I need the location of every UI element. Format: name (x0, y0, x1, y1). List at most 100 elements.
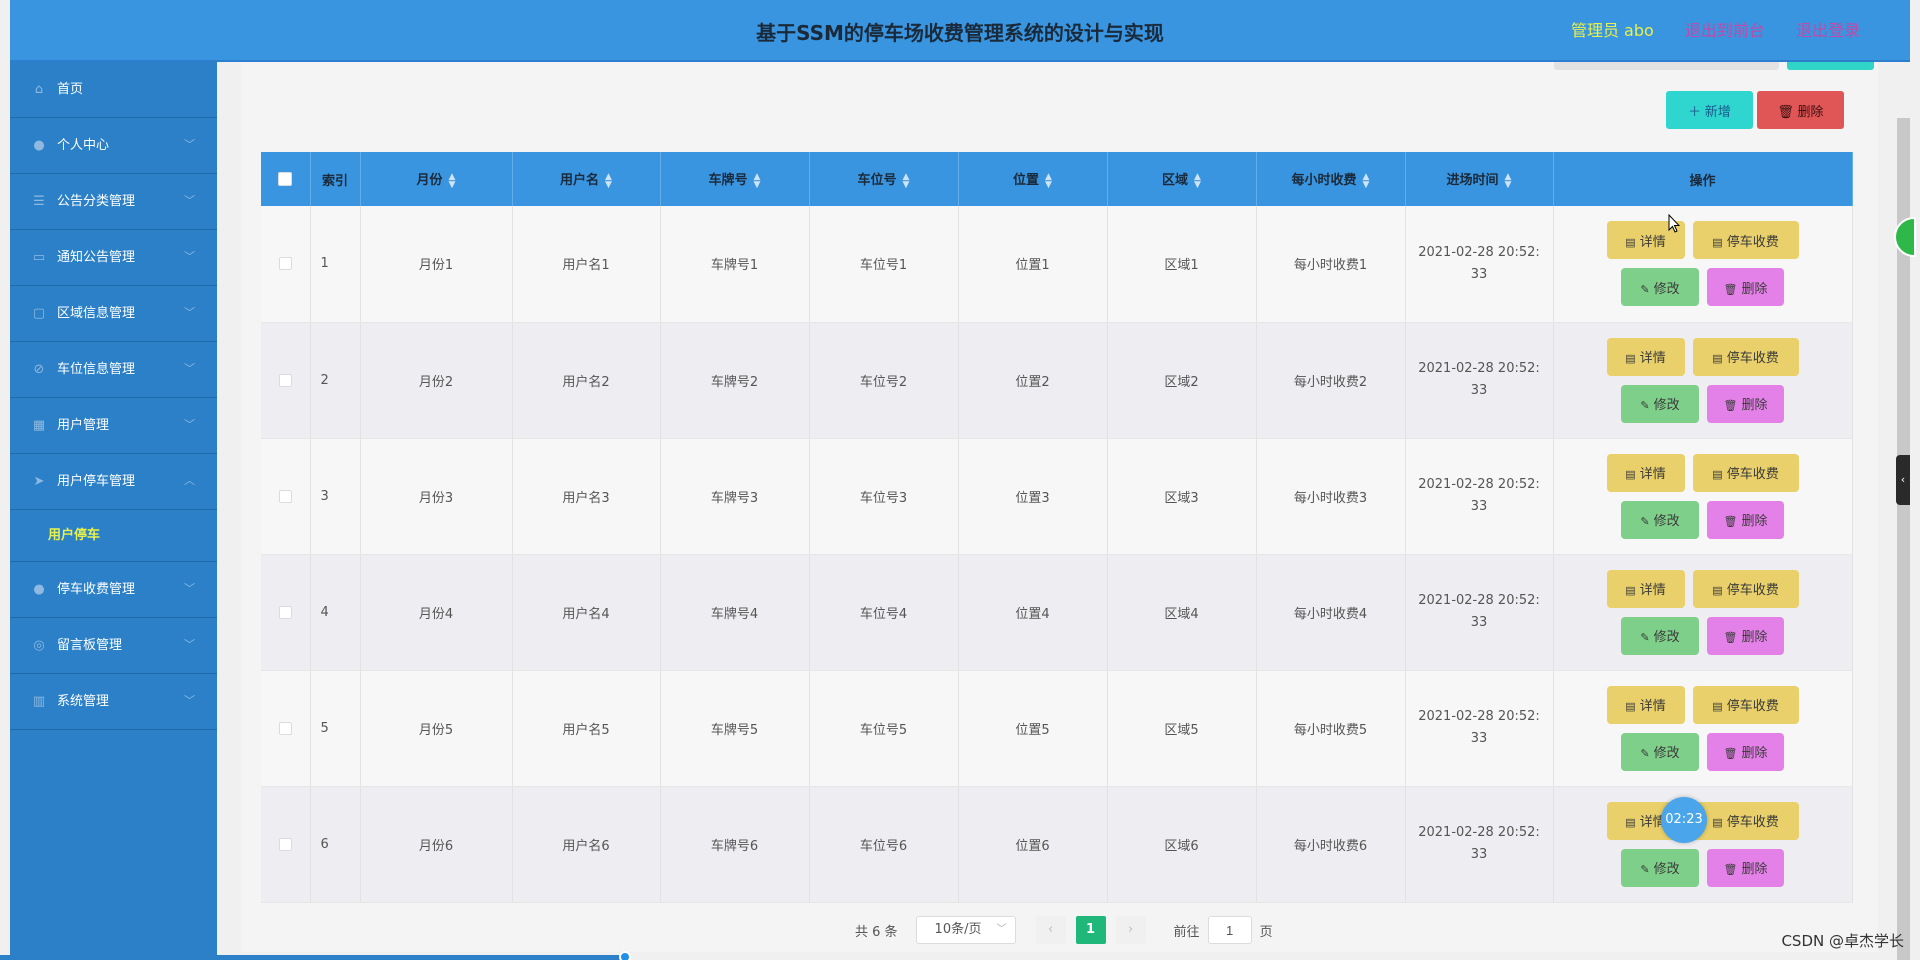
cell-month: 月份6 (360, 786, 513, 903)
sidebar-item-system[interactable]: ▥ 系统管理 ﹀ (10, 674, 217, 730)
action-group: ▤ 详情 ▤ 停车收费 ✎ 修改 🗑 删除 (1554, 685, 1852, 771)
row-select-cell[interactable] (261, 206, 311, 323)
sidebar-item-users[interactable]: ▦ 用户管理 ﹀ (10, 398, 217, 454)
delete-button[interactable]: 🗑 删除 (1707, 848, 1784, 887)
chevron-down-icon: ﹀ (184, 418, 195, 431)
sidebar-item-message-board[interactable]: ◎ 留言板管理 ﹀ (10, 618, 217, 674)
edit-button[interactable]: ✎ 修改 (1621, 616, 1699, 655)
col-plate[interactable]: 车牌号 ▲ ▼ (660, 152, 810, 206)
delete-label: 删除 (1741, 861, 1768, 876)
cell-fee: 每小时收费1 (1256, 206, 1406, 323)
park-fee-button[interactable]: ▤ 停车收费 (1692, 685, 1799, 724)
pencil-icon: ✎ (1640, 748, 1650, 760)
col-entry-time[interactable]: 进场时间 ▲ ▼ (1405, 152, 1554, 206)
trash-icon: 🗑 (1723, 864, 1738, 876)
cell-location: 位置6 (958, 786, 1108, 903)
batch-delete-button[interactable]: 🗑 删除 (1757, 91, 1844, 129)
sidebar-subitem-user-parking[interactable]: 用户停车 (10, 510, 217, 562)
col-label: 位置 (1013, 173, 1040, 189)
sidebar-item-area[interactable]: ▢ 区域信息管理 ﹀ (10, 286, 217, 342)
search-button-partial[interactable] (1787, 62, 1874, 70)
delete-button[interactable]: 🗑 删除 (1707, 732, 1784, 771)
sidebar-item-notice[interactable]: ▭ 通知公告管理 ﹀ (10, 230, 217, 286)
edit-button[interactable]: ✎ 修改 (1621, 384, 1699, 423)
col-location[interactable]: 位置 ▲ ▼ (958, 152, 1108, 206)
next-page-button[interactable]: › (1115, 916, 1146, 944)
edit-button[interactable]: ✎ 修改 (1621, 268, 1699, 307)
col-space[interactable]: 车位号 ▲ ▼ (809, 152, 959, 206)
delete-button[interactable]: 🗑 删除 (1707, 616, 1784, 655)
sidebar-item-personal-center[interactable]: ● 个人中心 ﹀ (10, 118, 217, 174)
sidebar-item-home[interactable]: ⌂ 首页 (10, 62, 217, 118)
sort-icon[interactable]: ▲ ▼ (1194, 172, 1201, 189)
col-label: 月份 (416, 173, 443, 189)
park-fee-button[interactable]: ▤ 停车收费 (1692, 453, 1799, 492)
col-area[interactable]: 区域 ▲ ▼ (1107, 152, 1257, 206)
search-input-partial[interactable] (1554, 62, 1779, 70)
row-checkbox[interactable] (278, 721, 292, 735)
edit-button[interactable]: ✎ 修改 (1621, 848, 1699, 887)
edit-button[interactable]: ✎ 修改 (1621, 500, 1699, 539)
delete-button-label: 删除 (1797, 103, 1824, 119)
delete-button[interactable]: 🗑 删除 (1707, 268, 1784, 307)
add-button[interactable]: ＋ 新增 (1666, 91, 1753, 129)
video-progress-knob[interactable] (619, 951, 631, 960)
row-checkbox[interactable] (278, 837, 292, 851)
sidebar-item-space[interactable]: ⊘ 车位信息管理 ﹀ (10, 342, 217, 398)
detail-button[interactable]: ▤ 详情 (1606, 569, 1685, 608)
pencil-icon: ✎ (1640, 400, 1650, 412)
row-checkbox[interactable] (278, 605, 292, 619)
sort-icon[interactable]: ▲ ▼ (449, 172, 456, 189)
side-drawer-handle[interactable]: ‹ (1896, 455, 1910, 505)
park-fee-button[interactable]: ▤ 停车收费 (1692, 801, 1799, 840)
park-fee-button[interactable]: ▤ 停车收费 (1692, 337, 1799, 376)
park-fee-button[interactable]: ▤ 停车收费 (1692, 569, 1799, 608)
top-header: 基于SSM的停车场收费管理系统的设计与实现 管理员 abo 退出到前台 退出登录 (10, 0, 1910, 62)
delete-button[interactable]: 🗑 删除 (1707, 500, 1784, 539)
row-checkbox[interactable] (278, 489, 292, 503)
logout-link[interactable]: 退出登录 (1796, 21, 1860, 40)
row-select-cell[interactable] (261, 322, 311, 439)
sort-icon[interactable]: ▲ ▼ (754, 172, 761, 189)
cell-space: 车位号6 (809, 786, 959, 903)
cell-username: 用户名6 (512, 786, 661, 903)
sidebar-item-notice-category[interactable]: ☰ 公告分类管理 ﹀ (10, 174, 217, 230)
row-select-cell[interactable] (261, 438, 311, 555)
edit-label: 修改 (1653, 280, 1680, 296)
detail-button[interactable]: ▤ 详情 (1606, 337, 1685, 376)
table-row: 5 月份5 用户名5 车牌号5 车位号5 位置5 区域5 每小时收费5 2021-02-28 2… (261, 670, 1853, 787)
col-month[interactable]: 月份 ▲ ▼ (360, 152, 513, 206)
video-progress-bar[interactable] (0, 955, 625, 960)
sort-icon[interactable]: ▲ ▼ (1363, 172, 1370, 189)
total-count: 共 6 条 (855, 924, 898, 940)
col-username[interactable]: 用户名 ▲ ▼ (512, 152, 661, 206)
detail-button[interactable]: ▤ 详情 (1606, 453, 1685, 492)
trash-icon: 🗑 (1723, 748, 1738, 760)
back-to-front-link[interactable]: 退出到前台 (1685, 21, 1765, 40)
sort-icon[interactable]: ▲ ▼ (1045, 172, 1052, 189)
row-checkbox[interactable] (278, 373, 292, 387)
page-size-select[interactable]: 10条/页 ﹀ (915, 916, 1016, 944)
select-all-checkbox[interactable] (278, 172, 293, 186)
sidebar-item-parking-fee[interactable]: ● 停车收费管理 ﹀ (10, 562, 217, 618)
col-fee[interactable]: 每小时收费 ▲ ▼ (1256, 152, 1406, 206)
select-all-cell[interactable] (261, 152, 311, 206)
goto-page-input[interactable] (1207, 916, 1252, 944)
row-select-cell[interactable] (261, 554, 311, 671)
row-select-cell[interactable] (261, 786, 311, 903)
park-fee-button[interactable]: ▤ 停车收费 (1692, 221, 1799, 260)
page-number-1[interactable]: 1 (1075, 916, 1106, 944)
sort-icon[interactable]: ▲ ▼ (1505, 172, 1512, 189)
edit-button[interactable]: ✎ 修改 (1621, 732, 1699, 771)
detail-button[interactable]: ▤ 详情 (1606, 685, 1685, 724)
row-checkbox[interactable] (278, 257, 292, 271)
sort-icon[interactable]: ▲ ▼ (605, 172, 612, 189)
watermark: CSDN @卓杰学长 (1781, 932, 1904, 950)
delete-button[interactable]: 🗑 删除 (1707, 384, 1784, 423)
park-fee-label: 停车收费 (1726, 233, 1779, 249)
row-select-cell[interactable] (261, 670, 311, 787)
prev-page-button[interactable]: ‹ (1035, 916, 1066, 944)
sort-icon[interactable]: ▲ ▼ (903, 172, 910, 189)
sidebar-item-user-parking[interactable]: ➤ 用户停车管理 ︿ (10, 454, 217, 510)
action-group: ▤ 详情 ▤ 停车收费 ✎ 修改 🗑 删除 (1554, 569, 1852, 655)
